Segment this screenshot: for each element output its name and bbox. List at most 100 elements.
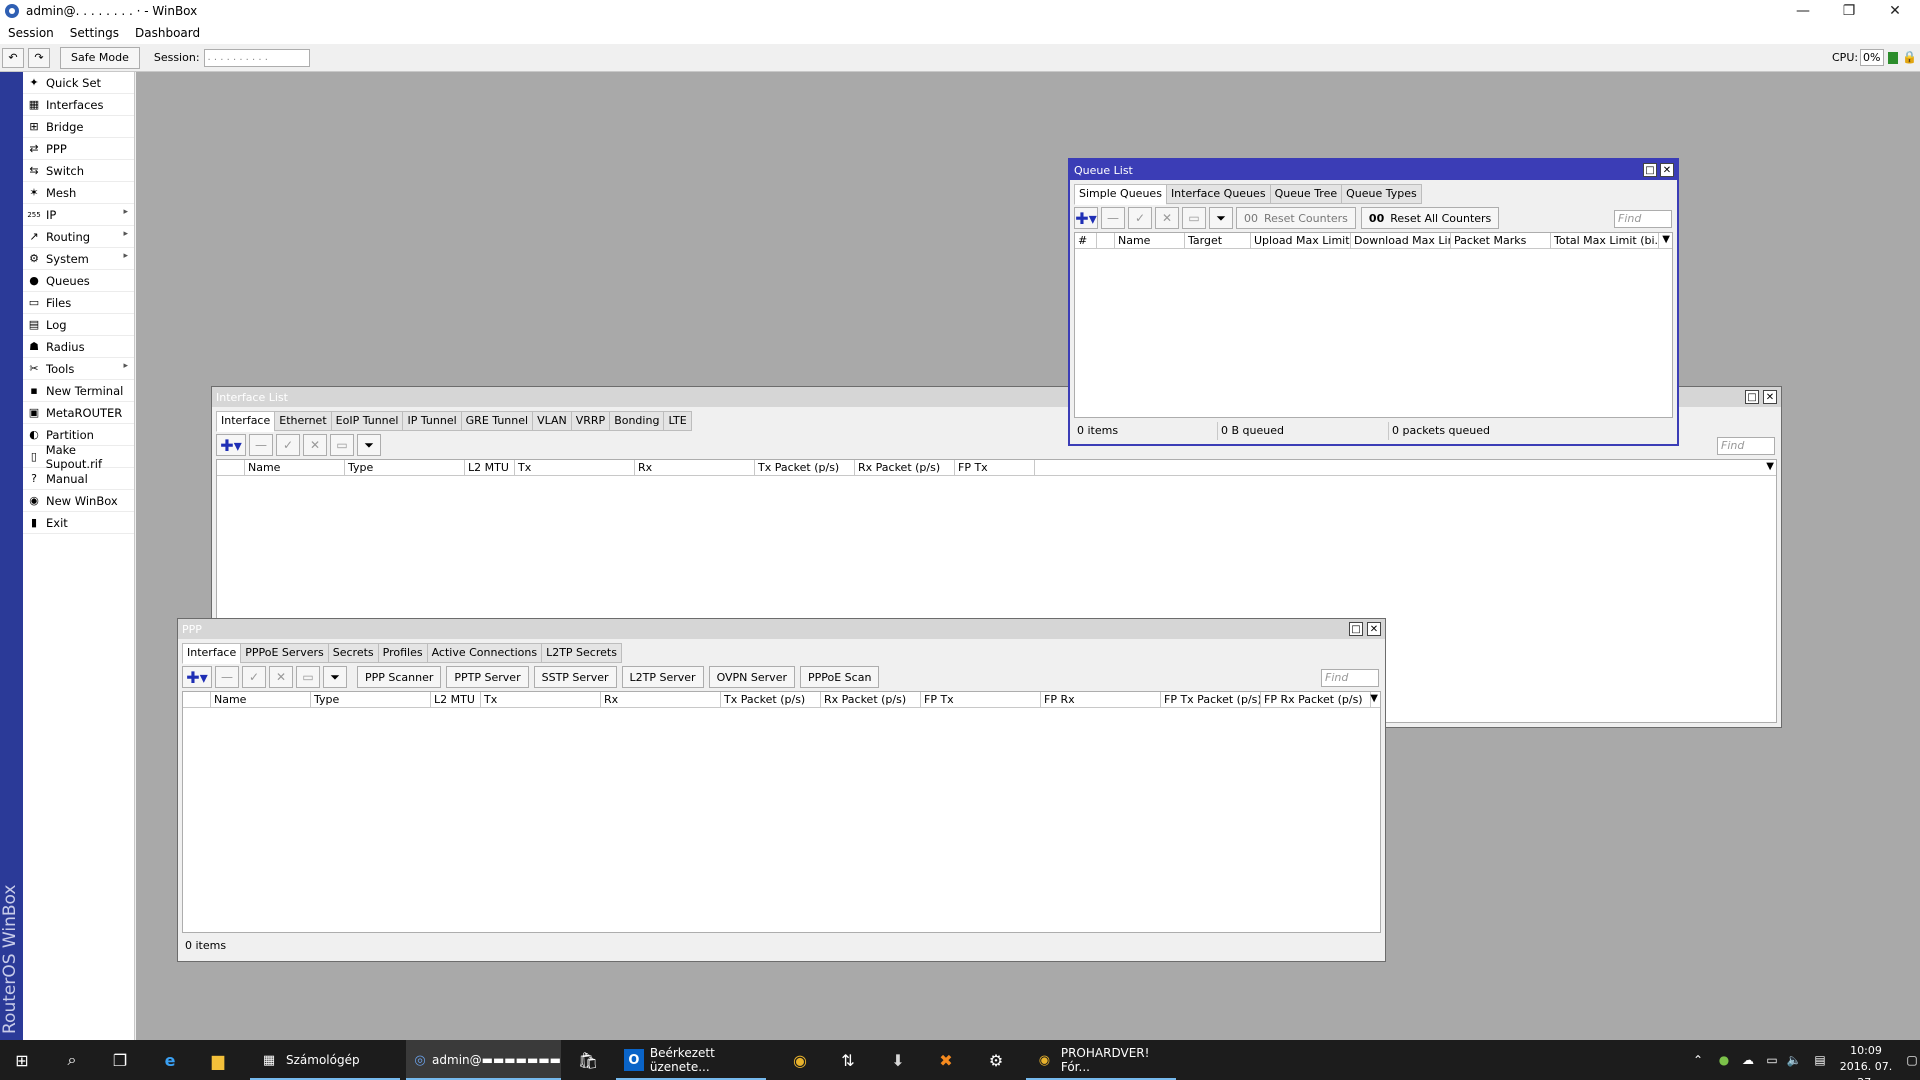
tab-gre-tunnel[interactable]: GRE Tunnel <box>460 411 533 431</box>
tab-vlan[interactable]: VLAN <box>532 411 571 431</box>
column-header[interactable]: Rx <box>635 460 755 476</box>
menu-dashboard[interactable]: Dashboard <box>127 22 208 44</box>
filter-button[interactable]: ⏷ <box>323 666 347 688</box>
pptp-server-button[interactable]: PPTP Server <box>446 666 529 688</box>
close-icon[interactable]: ✕ <box>1763 390 1777 404</box>
find-input[interactable]: Find <box>1614 210 1672 228</box>
column-header[interactable]: # <box>1075 233 1097 249</box>
installer-icon[interactable]: ⬇ <box>886 1048 910 1072</box>
sidebar-item-system[interactable]: ⚙ System ▸ <box>23 248 134 270</box>
close-icon[interactable]: ✕ <box>1367 622 1381 636</box>
remote-tool-icon[interactable]: ⚙ <box>984 1048 1008 1072</box>
taskbar-app-calculator[interactable]: ▦ Számológép <box>250 1040 400 1080</box>
column-header[interactable]: FP Tx Packet (p/s) <box>1161 692 1261 708</box>
ppp-titlebar[interactable]: PPP □ ✕ <box>178 619 1385 639</box>
remove-button[interactable]: — <box>1101 207 1125 229</box>
safe-mode-button[interactable]: Safe Mode <box>60 46 140 69</box>
minimize-button[interactable]: — <box>1780 0 1826 22</box>
file-explorer-icon[interactable]: ▆ <box>206 1048 230 1072</box>
sidebar-item-ppp[interactable]: ⇄ PPP <box>23 138 134 160</box>
column-header[interactable]: Total Max Limit (bi... <box>1551 233 1659 249</box>
tray-chevron-up-icon[interactable]: ⌃ <box>1686 1048 1710 1072</box>
disable-button[interactable]: ✕ <box>269 666 293 688</box>
column-header[interactable]: Tx Packet (p/s) <box>721 692 821 708</box>
remove-button[interactable]: — <box>249 434 273 456</box>
windows-start-icon[interactable]: ⊞ <box>10 1048 34 1072</box>
remove-button[interactable]: — <box>215 666 239 688</box>
ovpn-server-button[interactable]: OVPN Server <box>708 666 795 688</box>
tab-queue-types[interactable]: Queue Types <box>1341 184 1422 204</box>
edge-browser-icon[interactable]: e <box>158 1048 182 1072</box>
enable-button[interactable]: ✓ <box>1128 207 1152 229</box>
maximize-icon[interactable]: □ <box>1349 622 1363 636</box>
tab-eoip-tunnel[interactable]: EoIP Tunnel <box>330 411 403 431</box>
column-header[interactable]: FP Tx <box>921 692 1041 708</box>
task-view-icon[interactable]: ❐ <box>108 1048 132 1072</box>
taskbar-app-chrome[interactable]: ◉ PROHARDVER! Fór... <box>1026 1040 1176 1080</box>
tab-lte[interactable]: LTE <box>663 411 692 431</box>
tab-profiles[interactable]: Profiles <box>377 643 427 663</box>
network-icon[interactable]: ▭ <box>1760 1048 1784 1072</box>
column-header[interactable]: FP Tx <box>955 460 1035 476</box>
find-input[interactable]: Find <box>1321 669 1379 687</box>
tab-interface[interactable]: Interface <box>182 643 241 664</box>
sidebar-item-log[interactable]: ▤ Log <box>23 314 134 336</box>
menu-session[interactable]: Session <box>0 22 62 44</box>
tab-secrets[interactable]: Secrets <box>327 643 378 663</box>
network-tool-icon[interactable]: ⇅ <box>836 1048 860 1072</box>
sidebar-item-routing[interactable]: ↗ Routing ▸ <box>23 226 134 248</box>
column-header[interactable]: Target <box>1185 233 1251 249</box>
tab-bonding[interactable]: Bonding <box>609 411 664 431</box>
sidebar-item-files[interactable]: ▭ Files <box>23 292 134 314</box>
column-header[interactable]: Tx <box>481 692 601 708</box>
ppp-scanner-button[interactable]: PPP Scanner <box>357 666 442 688</box>
column-header[interactable]: FP Rx <box>1041 692 1161 708</box>
find-input[interactable]: Find <box>1717 437 1775 455</box>
sidebar-item-new-terminal[interactable]: ▪ New Terminal <box>23 380 134 402</box>
sidebar-item-switch[interactable]: ⇆ Switch <box>23 160 134 182</box>
column-header[interactable]: Name <box>1115 233 1185 249</box>
reset-all-counters-button[interactable]: 00 Reset All Counters <box>1360 207 1500 229</box>
reset-counters-button[interactable]: 00 Reset Counters <box>1236 207 1356 229</box>
column-header[interactable]: Rx Packet (p/s) <box>821 692 921 708</box>
column-header[interactable]: Tx <box>515 460 635 476</box>
undo-button[interactable]: ↶ <box>2 47 24 68</box>
sidebar-item-tools[interactable]: ✂ Tools ▸ <box>23 358 134 380</box>
column-header[interactable]: FP Rx Packet (p/s) <box>1261 692 1371 708</box>
column-menu-icon[interactable]: ▼ <box>1662 234 1670 245</box>
pppoe-scan-button[interactable]: PPPoE Scan <box>799 666 880 688</box>
sidebar-item-quick-set[interactable]: ✦ Quick Set <box>23 72 134 94</box>
sidebar-item-mesh[interactable]: ✶ Mesh <box>23 182 134 204</box>
column-header[interactable]: Rx <box>601 692 721 708</box>
clock[interactable]: 10:09 2016. 07. 27. <box>1836 1043 1896 1080</box>
sidebar-item-interfaces[interactable]: ▦ Interfaces <box>23 94 134 116</box>
sidebar-item-new-winbox[interactable]: ◉ New WinBox <box>23 490 134 512</box>
close-icon[interactable]: ✕ <box>1660 163 1674 177</box>
restore-button[interactable]: ❐ <box>1826 0 1872 22</box>
column-header[interactable]: L2 MTU <box>465 460 515 476</box>
column-header[interactable]: Type <box>311 692 431 708</box>
close-button[interactable]: ✕ <box>1872 0 1918 22</box>
tab-interface[interactable]: Interface <box>216 411 275 432</box>
column-menu-icon[interactable]: ▼ <box>1766 461 1774 472</box>
tab-simple-queues[interactable]: Simple Queues <box>1074 184 1166 205</box>
l2tp-server-button[interactable]: L2TP Server <box>621 666 704 688</box>
column-header[interactable]: Rx Packet (p/s) <box>855 460 955 476</box>
redo-button[interactable]: ↷ <box>28 47 50 68</box>
disable-button[interactable]: ✕ <box>1155 207 1179 229</box>
chrome-icon[interactable]: ◉ <box>788 1048 812 1072</box>
sidebar-item-metarouter[interactable]: ▣ MetaROUTER <box>23 402 134 424</box>
enable-button[interactable]: ✓ <box>242 666 266 688</box>
column-header[interactable]: Type <box>345 460 465 476</box>
column-header[interactable]: L2 MTU <box>431 692 481 708</box>
tab-ip-tunnel[interactable]: IP Tunnel <box>402 411 461 431</box>
column-header[interactable]: Download Max Limit <box>1351 233 1451 249</box>
maximize-icon[interactable]: □ <box>1643 163 1657 177</box>
add-button[interactable]: ✚▾ <box>216 434 246 456</box>
sidebar-item-make-supout-rif[interactable]: ▯ Make Supout.rif <box>23 443 134 471</box>
xampp-icon[interactable]: ✖ <box>934 1048 958 1072</box>
sidebar-item-manual[interactable]: ? Manual <box>23 468 134 490</box>
sidebar-item-bridge[interactable]: ⊞ Bridge <box>23 116 134 138</box>
column-header[interactable]: Packet Marks <box>1451 233 1551 249</box>
column-menu-icon[interactable]: ▼ <box>1370 693 1378 704</box>
